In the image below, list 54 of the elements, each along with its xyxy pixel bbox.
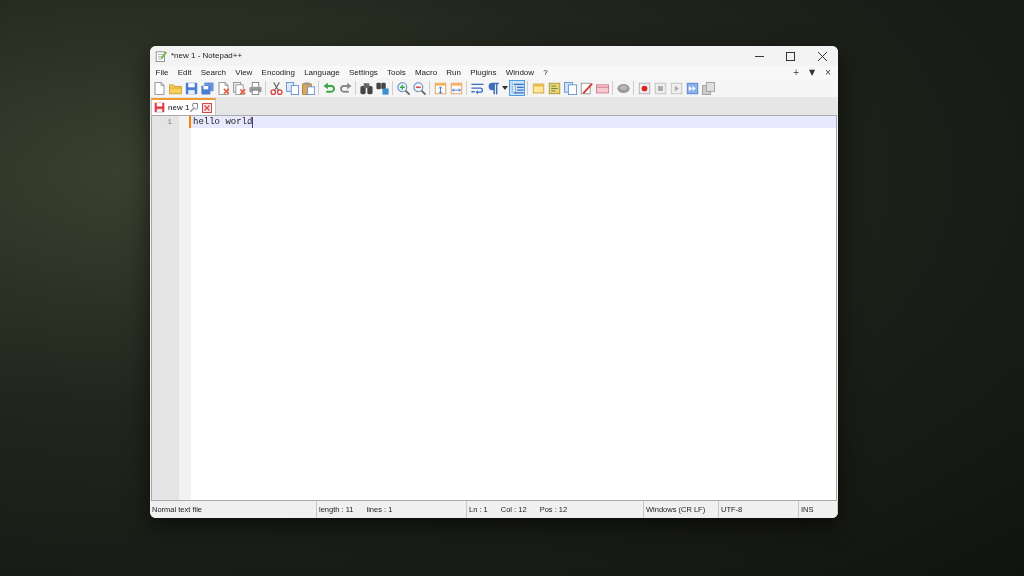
- close-icon: [202, 102, 212, 113]
- editor[interactable]: 1 hello world: [151, 115, 837, 501]
- indent-lines-icon: [510, 81, 524, 95]
- binoculars-tile-icon: [375, 81, 389, 95]
- menu-item[interactable]: Tools: [382, 66, 411, 79]
- stacked-tiles-icon: [701, 81, 715, 95]
- pin-icon: [190, 103, 198, 112]
- toolbar-button[interactable]: [374, 80, 390, 96]
- lined-tile-icon: [547, 81, 561, 95]
- toolbar-button[interactable]: [432, 80, 448, 96]
- menu-item[interactable]: Settings: [344, 66, 383, 79]
- code-text: hello world: [193, 116, 253, 128]
- menu-bar-button[interactable]: ×: [820, 66, 836, 79]
- folder-icon: [168, 81, 182, 95]
- tab-close-button[interactable]: [202, 102, 212, 113]
- tab[interactable]: new 1: [151, 98, 216, 115]
- menu-item[interactable]: View: [230, 66, 257, 79]
- menu-item[interactable]: Run: [441, 66, 466, 79]
- curved-arrow-right-icon: [338, 81, 352, 95]
- toolbar-button[interactable]: [411, 80, 427, 96]
- maximize-icon: [786, 51, 795, 61]
- scissors-icon: [269, 81, 283, 95]
- banded-tile-icon: [595, 81, 609, 95]
- menu-item[interactable]: Plugins: [465, 66, 502, 79]
- caret-icon: [502, 86, 508, 90]
- menu-item[interactable]: Macro: [410, 66, 442, 79]
- menu-bar-button[interactable]: ▼: [804, 66, 820, 79]
- window-title: *new 1 - Notepad++: [171, 50, 243, 62]
- wrapped-lines-icon: [470, 81, 484, 95]
- menu-item[interactable]: Window: [501, 66, 539, 79]
- oval-icon: [616, 81, 630, 95]
- curved-arrow-left-icon: [322, 81, 336, 95]
- menu-item[interactable]: ?: [538, 66, 553, 79]
- binoculars-icon: [359, 81, 373, 95]
- toolbar-button[interactable]: [509, 80, 525, 96]
- close-icon: [817, 51, 827, 61]
- menu-item[interactable]: File: [151, 66, 174, 79]
- window-tile-icon: [531, 81, 545, 95]
- menu-bar-button[interactable]: +: [788, 66, 804, 79]
- toolbar-button[interactable]: [578, 80, 594, 96]
- menu-item[interactable]: Search: [196, 66, 231, 79]
- notepad-pencil-icon: [155, 50, 167, 62]
- menu-item[interactable]: Encoding: [257, 66, 300, 79]
- menu-item[interactable]: Edit: [173, 66, 197, 79]
- toolbar-button[interactable]: [358, 80, 374, 96]
- toolbar-button[interactable]: [199, 80, 215, 96]
- line-number: 1: [166, 116, 173, 128]
- toolbar-button[interactable]: [636, 80, 652, 96]
- toolbar-button[interactable]: [268, 80, 284, 96]
- text-cursor: [252, 116, 254, 128]
- tab-label: new 1: [168, 101, 190, 114]
- pilcrow-icon: [486, 81, 500, 95]
- toolbar-button[interactable]: [183, 80, 199, 96]
- menu-item[interactable]: Language: [299, 66, 345, 79]
